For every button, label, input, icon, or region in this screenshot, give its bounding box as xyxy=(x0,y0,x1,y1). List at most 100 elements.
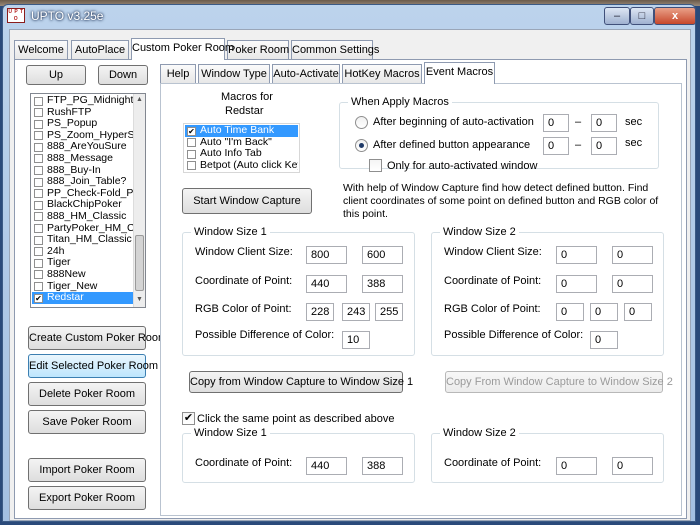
same-point-ws1-y-field[interactable]: 388 xyxy=(362,457,403,475)
list-checkbox[interactable]: ✔ xyxy=(187,126,196,136)
delete-poker-room-button[interactable]: Delete Poker Room xyxy=(28,382,146,406)
close-button[interactable]: x xyxy=(654,7,696,25)
title-bar[interactable]: U P T O UPTO v3.25e – □ x xyxy=(3,5,696,27)
ws2-green-field[interactable]: 0 xyxy=(590,303,618,321)
room-list-item[interactable]: 888_Join_Table? xyxy=(32,176,133,188)
tab-welcome[interactable]: Welcome xyxy=(14,40,68,60)
list-checkbox[interactable] xyxy=(34,119,43,129)
ws1-green-field[interactable]: 243 xyxy=(342,303,370,321)
list-checkbox[interactable] xyxy=(34,282,43,291)
ws2-client-height-field[interactable]: 0 xyxy=(612,246,653,264)
ws2-point-y-field[interactable]: 0 xyxy=(612,275,653,293)
list-checkbox[interactable] xyxy=(34,247,43,257)
checkbox-only-auto-activated[interactable] xyxy=(369,159,382,172)
start-window-capture-button[interactable]: Start Window Capture xyxy=(182,188,312,214)
list-checkbox[interactable] xyxy=(34,154,43,164)
tab-custom-poker-room[interactable]: Custom Poker Room xyxy=(131,38,234,60)
scroll-thumb[interactable] xyxy=(135,235,144,291)
subtab-event-macros[interactable]: Event Macros xyxy=(424,62,495,84)
ws1-point-x-field[interactable]: 440 xyxy=(306,275,347,293)
room-list-item[interactable]: 888_Message xyxy=(32,153,133,165)
tab-autoplace[interactable]: AutoPlace xyxy=(71,40,129,60)
ws1-red-field[interactable]: 228 xyxy=(306,303,334,321)
list-checkbox[interactable] xyxy=(34,224,43,234)
ws1-client-width-field[interactable]: 800 xyxy=(306,246,347,264)
subtab-help[interactable]: Help xyxy=(160,64,196,84)
save-poker-room-button[interactable]: Save Poker Room xyxy=(28,410,146,434)
room-list-item[interactable]: Tiger_New xyxy=(32,281,133,293)
list-checkbox[interactable] xyxy=(187,149,196,159)
scroll-up-icon[interactable]: ▲ xyxy=(134,94,145,106)
list-checkbox[interactable] xyxy=(34,212,43,222)
ws2-blue-field[interactable]: 0 xyxy=(624,303,652,321)
ws1-client-height-field[interactable]: 600 xyxy=(362,246,403,264)
ws2-client-width-field[interactable]: 0 xyxy=(556,246,597,264)
same-point-ws2-x-field[interactable]: 0 xyxy=(556,457,597,475)
ws2-diff-field[interactable]: 0 xyxy=(590,331,618,349)
list-checkbox[interactable]: ✔ xyxy=(34,293,43,303)
list-checkbox[interactable] xyxy=(34,166,43,176)
radio-after-activation[interactable] xyxy=(355,116,368,129)
delay1-from-field[interactable]: 0 xyxy=(543,114,569,132)
copy-to-window-size-1-button[interactable]: Copy from Window Capture to Window Size … xyxy=(189,371,413,393)
room-list-item[interactable]: ✔ Redstar xyxy=(32,292,133,304)
list-checkbox[interactable] xyxy=(34,235,43,245)
ws1-diff-field[interactable]: 10 xyxy=(342,331,370,349)
move-down-button[interactable]: Down xyxy=(98,65,148,85)
minimize-button[interactable]: – xyxy=(604,7,630,25)
list-checkbox[interactable] xyxy=(34,142,43,152)
list-checkbox[interactable] xyxy=(187,161,196,171)
copy-to-window-size-2-button[interactable]: Copy From Window Capture to Window Size … xyxy=(445,371,673,393)
create-custom-poker-room-button[interactable]: Create Custom Poker Room xyxy=(28,326,167,350)
ws2-red-field[interactable]: 0 xyxy=(556,303,584,321)
delay2-from-field[interactable]: 0 xyxy=(543,137,569,155)
radio-after-button-appearance[interactable] xyxy=(355,139,368,152)
room-list-item[interactable]: PP_Check-Fold_Pop xyxy=(32,188,133,200)
room-list-item[interactable]: RushFTP xyxy=(32,107,133,119)
delay2-to-field[interactable]: 0 xyxy=(591,137,617,155)
ws2-point-x-field[interactable]: 0 xyxy=(556,275,597,293)
room-list-item[interactable]: 888New xyxy=(32,269,133,281)
macro-list-item[interactable]: Auto Info Tab xyxy=(185,148,298,160)
poker-room-list[interactable]: FTP_PG_Midnight_FRushFTPPS_PopupPS_Zoom_… xyxy=(30,93,146,308)
macro-list-item[interactable]: Auto "I'm Back" xyxy=(185,137,298,149)
list-checkbox[interactable] xyxy=(34,258,43,268)
scroll-down-icon[interactable]: ▼ xyxy=(134,294,145,306)
room-list-item[interactable]: PS_Popup xyxy=(32,118,133,130)
checkbox-same-point[interactable]: ✔ xyxy=(182,412,195,425)
room-list-item[interactable]: 888_AreYouSure xyxy=(32,141,133,153)
subtab-hotkey-macros[interactable]: HotKey Macros xyxy=(342,64,422,84)
list-checkbox[interactable] xyxy=(187,138,196,148)
macro-list-item[interactable]: Betpot (Auto click Key1) xyxy=(185,160,298,172)
list-checkbox[interactable] xyxy=(34,131,43,141)
edit-selected-poker-room-button[interactable]: Edit Selected Poker Room xyxy=(28,354,158,378)
room-list-item[interactable]: Titan_HM_Classic xyxy=(32,234,133,246)
macro-list-item[interactable]: ✔ Auto Time Bank xyxy=(185,125,298,137)
tab-poker-room[interactable]: Poker Room xyxy=(227,40,289,60)
export-poker-room-button[interactable]: Export Poker Room xyxy=(28,486,146,510)
list-checkbox[interactable] xyxy=(34,270,43,280)
room-list-item[interactable]: BlackChipPoker xyxy=(32,199,133,211)
room-list-scrollbar[interactable]: ▲ ▼ xyxy=(133,94,145,307)
subtab-window-type[interactable]: Window Type xyxy=(198,64,270,84)
list-checkbox[interactable] xyxy=(34,177,43,187)
ws1-blue-field[interactable]: 255 xyxy=(375,303,403,321)
delay1-to-field[interactable]: 0 xyxy=(591,114,617,132)
list-checkbox[interactable] xyxy=(34,108,43,118)
room-list-item[interactable]: 888_Buy-In xyxy=(32,165,133,177)
same-point-ws1-x-field[interactable]: 440 xyxy=(306,457,347,475)
macros-list[interactable]: ✔ Auto Time Bank Auto "I'm Back" Auto Info … xyxy=(183,123,300,173)
room-list-item[interactable]: PS_Zoom_HyperSim xyxy=(32,130,133,142)
move-up-button[interactable]: Up xyxy=(26,65,86,85)
room-list-item[interactable]: Tiger xyxy=(32,257,133,269)
room-list-item[interactable]: 24h xyxy=(32,246,133,258)
list-checkbox[interactable] xyxy=(34,189,43,199)
list-checkbox[interactable] xyxy=(34,200,43,210)
list-checkbox[interactable] xyxy=(34,96,43,106)
room-list-item[interactable]: PartyPoker_HM_Clas xyxy=(32,223,133,235)
subtab-auto-activate[interactable]: Auto-Activate xyxy=(272,64,340,84)
ws1-point-y-field[interactable]: 388 xyxy=(362,275,403,293)
same-point-ws2-y-field[interactable]: 0 xyxy=(612,457,653,475)
room-list-item[interactable]: 888_HM_Classic xyxy=(32,211,133,223)
import-poker-room-button[interactable]: Import Poker Room xyxy=(28,458,146,482)
